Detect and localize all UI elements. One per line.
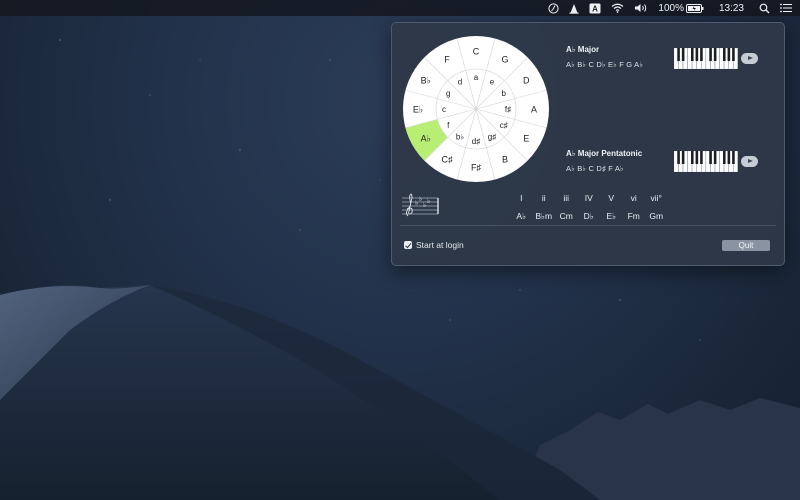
minor-key-label[interactable]: f♯ — [505, 105, 511, 114]
play-major-scale-button[interactable] — [741, 53, 758, 64]
start-at-login-checkbox[interactable] — [404, 241, 412, 249]
scale-notes: A♭ B♭ C D♯ F A♭ — [566, 164, 624, 173]
minor-key-label[interactable]: g♯ — [488, 133, 496, 142]
scale-title: A♭ Major — [566, 45, 600, 54]
roman-numeral-row: Iii iii IV Vvi vii° — [510, 193, 668, 203]
piano-black-key — [681, 151, 685, 164]
piano-black-key — [695, 151, 699, 164]
major-scale-block: A♭ Major A♭ B♭ C D♭ E♭ F G A♭ — [566, 45, 643, 69]
menu-list-icon[interactable] — [775, 0, 800, 16]
minor-key-label[interactable]: b♭ — [456, 133, 464, 142]
chord-name[interactable]: B♭m — [533, 211, 556, 222]
svg-text:♭: ♭ — [415, 199, 418, 207]
piano-black-key — [713, 151, 717, 164]
major-key-label[interactable]: B♭ — [421, 76, 431, 86]
chord-name[interactable]: A♭ — [510, 211, 533, 222]
roman-numeral: IV — [584, 193, 593, 203]
key-signature-staff-icon: ♭ ♭♭ ♭ — [402, 193, 439, 217]
minor-key-label[interactable]: d♯ — [472, 137, 480, 146]
minor-key-label[interactable]: d — [458, 77, 462, 86]
pentatonic-scale-keyboard — [674, 151, 738, 172]
piano-black-key — [700, 151, 703, 164]
chord-name[interactable]: D♭ — [578, 211, 601, 222]
piano-black-key — [732, 151, 735, 164]
major-key-label[interactable]: E — [523, 134, 529, 144]
battery-status[interactable]: 100% — [653, 0, 709, 16]
clock[interactable]: 13:23 — [709, 0, 754, 16]
scale-notes: A♭ B♭ C D♭ E♭ F G A♭ — [566, 60, 644, 69]
cone-icon[interactable] — [564, 0, 584, 16]
roman-numeral: vii° — [650, 193, 662, 203]
major-key-label[interactable]: B — [502, 155, 508, 165]
piano-black-key — [677, 151, 680, 164]
piano-black-key — [727, 48, 731, 61]
keyboard-a-icon[interactable]: A — [584, 0, 606, 16]
circle-of-fifths-popover: C G D A E B F♯ C♯ A♭ E♭ B♭ Fa e b f♯ c♯ g♯ d♯ b♭ f c g d A♭ Ma… — [391, 22, 785, 266]
piano-black-key — [709, 151, 712, 164]
chord-name[interactable]: Fm — [623, 211, 646, 222]
minor-key-label[interactable]: b — [501, 89, 506, 98]
piano-black-key — [700, 48, 703, 61]
search-icon[interactable] — [754, 0, 775, 16]
major-key-label[interactable]: C♯ — [442, 155, 453, 165]
minor-key-label[interactable]: g — [446, 89, 450, 98]
major-key-label[interactable]: A♭ — [421, 134, 431, 144]
roman-numeral: V — [608, 193, 615, 203]
quit-button[interactable]: Quit — [722, 240, 770, 251]
major-key-label[interactable]: F — [444, 54, 450, 64]
minor-key-label[interactable]: e — [490, 77, 495, 86]
major-scale-keyboard — [674, 48, 738, 69]
minor-key-label[interactable]: c — [442, 105, 446, 114]
piano-black-key — [709, 48, 712, 61]
volume-icon[interactable] — [629, 0, 653, 16]
piano-black-key — [677, 48, 680, 61]
battery-icon — [685, 3, 704, 13]
scale-title: A♭ Major Pentatonic — [566, 149, 643, 158]
menu-bar: A 100% 13:23 — [0, 0, 800, 16]
divider — [400, 225, 776, 226]
chord-name[interactable]: Gm — [645, 211, 668, 222]
minor-key-label[interactable]: a — [474, 73, 479, 82]
circle-of-fifths-icon[interactable] — [543, 0, 564, 16]
minor-key-label[interactable]: c♯ — [500, 121, 508, 130]
roman-numeral: I — [520, 193, 523, 203]
major-key-label[interactable]: F♯ — [471, 163, 481, 173]
piano-black-key — [713, 48, 717, 61]
chord-name[interactable]: Cm — [555, 211, 578, 222]
svg-text:♭: ♭ — [419, 195, 422, 203]
svg-text:♭: ♭ — [423, 201, 426, 209]
roman-numeral: iii — [563, 193, 570, 203]
chord-name[interactable]: E♭ — [600, 211, 623, 222]
battery-percent: 100% — [658, 2, 684, 14]
keyboard-letter: A — [593, 4, 599, 13]
roman-numeral: vi — [630, 193, 637, 203]
piano-black-key — [690, 151, 694, 164]
major-key-label[interactable]: C — [473, 47, 480, 57]
piano-black-key — [722, 151, 726, 164]
major-key-label[interactable]: G — [501, 54, 508, 64]
start-at-login-label: Start at login — [416, 240, 464, 250]
piano-black-key — [727, 151, 731, 164]
start-at-login-toggle[interactable]: Start at login — [404, 240, 464, 250]
piano-black-key — [722, 48, 726, 61]
roman-numeral: ii — [541, 193, 546, 203]
piano-black-key — [681, 48, 685, 61]
wifi-icon[interactable] — [606, 0, 629, 16]
piano-black-key — [732, 48, 735, 61]
pentatonic-scale-block: A♭ Major Pentatonic A♭ B♭ C D♯ F A♭ — [566, 149, 642, 173]
play-pentatonic-scale-button[interactable] — [741, 156, 758, 167]
circle-of-fifths-wheel[interactable]: CGDAEBF♯C♯A♭E♭B♭Fa ebf♯c♯g♯d♯b♭fcgd — [402, 35, 550, 183]
major-key-label[interactable]: A — [531, 105, 537, 115]
major-key-label[interactable]: D — [523, 76, 530, 86]
chord-name-row: A♭ B♭m Cm D♭ E♭ Fm Gm — [510, 211, 668, 222]
piano-black-key — [695, 48, 699, 61]
major-key-label[interactable]: E♭ — [413, 105, 423, 115]
piano-black-key — [690, 48, 694, 61]
svg-text:♭: ♭ — [427, 197, 430, 205]
